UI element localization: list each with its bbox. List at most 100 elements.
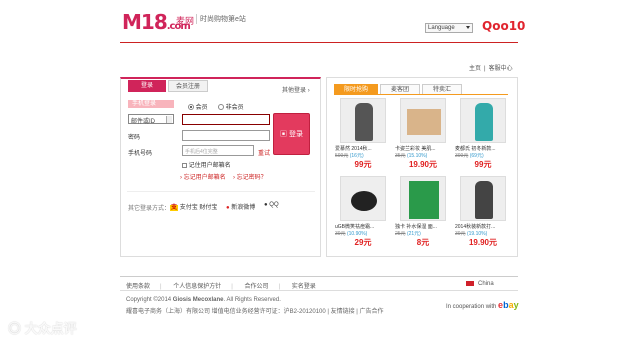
id-type-select[interactable]: 邮件或ID (128, 114, 174, 125)
qq-label: QQ (269, 202, 279, 208)
product-image[interactable] (340, 98, 386, 143)
product-name: 独卡 补水保湿 面... (395, 224, 437, 230)
forgot-password-link[interactable]: › 忘记密码？ (233, 172, 267, 181)
product-card[interactable]: 卡姿兰彩妆 美肌... 35元 (15.10%) 19.90元 (395, 98, 451, 170)
alipay-icon: 支 (170, 205, 179, 211)
product-image[interactable] (400, 98, 446, 143)
product-image[interactable] (460, 98, 506, 143)
tab-login[interactable]: 登录 (128, 80, 166, 92)
weibo-label: 新浪微博 (231, 205, 256, 211)
watermark-text: 大众点评 (24, 321, 77, 336)
original-price: 399元 (455, 153, 469, 159)
product-card[interactable]: 麦都氏 初冬新款... 399元 (69元) 99元 (455, 98, 511, 170)
service-link[interactable]: 客服中心 (489, 66, 513, 72)
copyright-prefix: Copyright ©2014 (126, 297, 172, 303)
original-price: 599元 (335, 153, 349, 159)
original-price: 25元 (395, 231, 406, 237)
product-old-price: 599元 (16元) (335, 152, 391, 159)
qq-button[interactable]: ● QQ (264, 202, 279, 208)
phone-login-label[interactable]: 手机登录 (128, 100, 174, 108)
product-price: 99元 (474, 160, 492, 169)
id-type-value: 邮件或ID (131, 119, 156, 125)
password-input[interactable] (182, 130, 270, 141)
product-photo (409, 181, 439, 219)
product-photo (355, 103, 373, 141)
checkbox-icon (182, 162, 187, 168)
weibo-icon: ● (226, 205, 230, 211)
product-old-price: 399元 (69元) (455, 152, 511, 159)
product-card[interactable]: uGB微笑祛痘霜... 39元 (10.90%) 29元 (335, 176, 391, 248)
cooperation-label: In cooperation with (446, 304, 497, 310)
watermark-logo-icon: ◎ (8, 321, 25, 336)
home-link[interactable]: 主页 (469, 66, 481, 72)
radio-checked-icon (188, 104, 194, 111)
product-old-price: 39元 (10.90%) (335, 230, 391, 237)
top-links: 主页 | 客服中心 (469, 66, 513, 72)
login-button-label: 登录 (288, 131, 303, 138)
product-photo (351, 191, 377, 211)
lock-icon: ▣ (280, 131, 289, 138)
copyright: Copyright ©2014 Giosis Mecoxlane. All Ri… (126, 297, 281, 303)
product-price: 19.90元 (468, 238, 498, 247)
watermark: ◎ 大众点评 (8, 318, 77, 337)
original-price: 35元 (395, 153, 406, 159)
product-image[interactable] (340, 176, 386, 221)
qoo10-logo[interactable]: Qoo10 (482, 19, 525, 33)
login-divider (127, 191, 315, 192)
product-price: 19.90元 (408, 160, 438, 169)
country-label: China (478, 281, 494, 288)
product-photo (407, 109, 441, 135)
login-button[interactable]: ▣ 登录 (273, 113, 310, 155)
chevron-down-icon (166, 116, 172, 123)
product-card[interactable]: 独卡 补水保湿 面... 25元 (21元) 8元 (395, 176, 451, 248)
rights-text: All Rights Reserved. (226, 297, 281, 303)
ebay-logo[interactable]: ebay (498, 300, 519, 310)
logo-cn: 麦网 (176, 16, 195, 26)
tagline: 时尚购物第e站 (196, 14, 246, 24)
icp-text: 耀喜电子商务（上海）有限公司 增值电信业务经营许可证：沪B2-20120100 … (126, 309, 384, 315)
forgot-email-link[interactable]: › 忘记用户邮箱名 (180, 172, 226, 181)
language-select[interactable]: Language (425, 23, 473, 33)
product-price: 29元 (354, 238, 372, 247)
tab-register[interactable]: 会员注册 (168, 80, 208, 92)
footer-links: 使用条款 | 个人信息保护方针 | 合作公司 | 实名登录 (126, 281, 326, 290)
member-radio[interactable]: 会员 (188, 102, 208, 111)
product-name: uGB微笑祛痘霜... (335, 224, 375, 230)
product-name: 麦都氏 初冬新款... (455, 146, 496, 152)
phone-label: 手机号码 (128, 151, 153, 157)
china-flag-icon (466, 281, 474, 286)
product-name: 爱慕然 2014秋... (335, 146, 372, 152)
remember-checkbox[interactable]: 记住用户邮箱名 (182, 160, 231, 169)
product-image[interactable] (400, 176, 446, 221)
other-login-label: 其他登录 (282, 88, 307, 94)
product-old-price: 25元 (21元) (395, 230, 451, 237)
nonmember-radio[interactable]: 非会员 (218, 102, 244, 111)
phone-input[interactable]: 手机后4位完整 (182, 145, 254, 156)
qq-icon: ● (264, 202, 268, 208)
product-image[interactable] (460, 176, 506, 221)
other-login-link[interactable]: 其他登录 › (282, 85, 310, 94)
get-code-link[interactable]: 重试 (258, 148, 270, 157)
forgot-password-label: 忘记密码？ (236, 175, 267, 181)
original-price: 39元 (455, 231, 466, 237)
product-photo (475, 181, 493, 219)
footer-divider-2 (120, 290, 518, 291)
original-price: 39元 (335, 231, 346, 237)
forgot-email-label: 忘记用户邮箱名 (183, 175, 226, 181)
product-card[interactable]: 爱慕然 2014秋... 599元 (16元) 99元 (335, 98, 391, 170)
weibo-button[interactable]: ● 新浪微博 (226, 202, 255, 211)
company-name: Giosis Mecoxlane (172, 297, 224, 303)
footer-divider (120, 276, 518, 277)
email-id-input[interactable] (182, 114, 270, 125)
tabs-underline (334, 94, 508, 95)
country-selector[interactable]: China (466, 281, 494, 287)
product-photo (475, 103, 493, 141)
alipay-button[interactable]: 支 支付宝 财付宝 (170, 202, 217, 211)
chevron-down-icon (466, 26, 470, 29)
chevron-right-icon: › (307, 88, 310, 94)
product-name: 卡姿兰彩妆 美肌... (395, 146, 436, 152)
logo-main: M18 (122, 10, 168, 34)
product-card[interactable]: 2014秋装新款打... 39元 (19.10%) 19.90元 (455, 176, 511, 248)
member-option-label: 会员 (195, 105, 208, 111)
other-methods-label: 其它登录方式： (128, 206, 171, 212)
